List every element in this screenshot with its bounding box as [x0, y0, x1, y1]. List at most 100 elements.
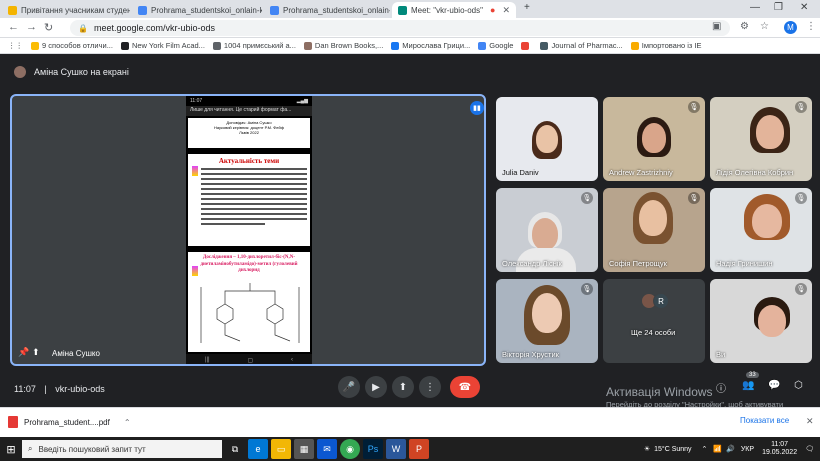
star-icon[interactable]: ☆ [760, 21, 769, 32]
more-options-button[interactable]: ⋮ [419, 376, 441, 398]
taskbar-clock[interactable]: 11:07 19.05.2022 [762, 441, 797, 458]
word-icon[interactable]: W [386, 439, 406, 459]
participant-name: Andrew Zastrizhniy [609, 168, 673, 177]
bookmark-folder-ie[interactable]: Імпортовано із IE [630, 41, 702, 50]
presenting-banner: Аміна Сушко на екрані [14, 66, 129, 78]
home-icon: ▢ [247, 357, 254, 364]
mic-off-icon: 🎙 [688, 101, 700, 113]
bookmark-label: 1004 примєський а... [223, 41, 296, 50]
download-item[interactable]: Prohrama_student....pdf ⌃ [8, 416, 131, 428]
clock-date: 19.05.2022 [762, 449, 798, 456]
participant-avatar: R [653, 293, 669, 309]
participant-tile[interactable]: 🎙 Andrew Zastrizhniy [603, 97, 705, 181]
participant-video [642, 123, 666, 153]
bookmark-favicon [120, 41, 129, 50]
bookmark-3[interactable]: 1004 примєський а... [212, 41, 296, 50]
camera-permission-icon[interactable]: ▣ [712, 21, 721, 32]
edge-icon[interactable]: e [248, 439, 268, 459]
url-field[interactable]: 🔒 meet.google.com/vkr-ubio-ods [70, 20, 730, 36]
microphone-button[interactable]: 🎤 [338, 376, 360, 398]
browser-tab-1[interactable]: Привітання учасникам студенті ✕ [2, 2, 130, 18]
maximize-icon[interactable]: ❐ [774, 2, 783, 13]
presenter-avatar [14, 66, 26, 78]
profile-avatar[interactable]: M [784, 21, 797, 34]
signal-icon: ▂▄▆ [296, 98, 308, 104]
present-now-button[interactable]: ⬆ [392, 376, 414, 398]
present-screen-icon: ⬆ [32, 347, 40, 357]
slide-relevance: Актуальність теми [188, 154, 310, 246]
participant-tile[interactable]: 🎙 Лідія Олегівна Кобрин [710, 97, 812, 181]
participant-name: Олександр Ліснік [502, 259, 562, 268]
close-icon[interactable]: ✕ [498, 5, 510, 16]
taskbar-search-input[interactable]: ⌕ Введіть пошуковий запит тут [22, 440, 222, 458]
browser-tab-meet[interactable]: Meet: "vkr-ubio-ods" ● ✕ [392, 2, 516, 18]
bookmark-4[interactable]: Dan Brown Books,... [303, 41, 383, 50]
mic-off-icon: 🎙 [581, 192, 593, 204]
url-text: meet.google.com/vkr-ubio-ods [93, 23, 216, 33]
camera-button[interactable]: ▶ [365, 376, 387, 398]
mic-off-icon: 🎙 [688, 192, 700, 204]
powerpoint-icon[interactable]: P [409, 439, 429, 459]
file-explorer-icon[interactable]: ▭ [271, 439, 291, 459]
system-tray: ☀ 15°C Sunny ⌃ 📶 🔊 УКР 11:07 19.05.2022 … [644, 437, 814, 461]
meeting-code: vkr-ubio-ods [55, 384, 105, 394]
weather-text[interactable]: 15°C Sunny [654, 446, 691, 453]
photoshop-icon[interactable]: Ps [363, 439, 383, 459]
speaking-indicator-icon: ▮▮ [470, 101, 484, 115]
tab-favicon [138, 5, 147, 15]
extensions-icon[interactable]: ⚙ [740, 21, 749, 32]
presentation-stage[interactable]: 11:07 ▂▄▆ Лише для читання. Це старий фо… [10, 94, 486, 366]
participant-tile[interactable]: Julia Daniv [496, 97, 598, 181]
participant-tile[interactable]: 🎙 Вікторія Хрустик [496, 279, 598, 363]
search-icon: ⌕ [28, 444, 33, 453]
participant-name: Вікторія Хрустик [502, 350, 559, 359]
pin-icon[interactable]: 📌 [18, 347, 29, 358]
recording-dot-icon: ● [489, 5, 496, 15]
participant-tile[interactable]: 🎙 Олександр Ліснік [496, 188, 598, 272]
participant-tile[interactable]: 🎙 Надія Гринишин [710, 188, 812, 272]
mic-off-icon: 🎙 [795, 283, 807, 295]
bookmark-1[interactable]: 9 способов отличи... [31, 41, 113, 50]
apps-icon[interactable]: ⋮⋮ [8, 41, 23, 50]
bookmark-google[interactable]: Google [478, 41, 513, 50]
shared-screen: 11:07 ▂▄▆ Лише для читання. Це старий фо… [186, 96, 312, 364]
browser-tab-2[interactable]: Prohrama_studentskoi_onlain-k ✕ [132, 2, 262, 18]
volume-icon[interactable]: 🔊 [726, 445, 735, 453]
bookmark-favicon [391, 41, 400, 50]
mic-off-icon: 🎙 [795, 192, 807, 204]
participant-tile[interactable]: 🎙 Софія Петрощук [603, 188, 705, 272]
bookmark-2[interactable]: New York Film Acad... [120, 41, 205, 50]
more-participants-tile[interactable]: R Ще 24 особи [603, 279, 705, 363]
leave-call-button[interactable]: ☎ [450, 376, 480, 398]
mail-icon[interactable]: ✉ [317, 439, 337, 459]
language-indicator[interactable]: УКР [741, 446, 754, 453]
network-icon[interactable]: 📶 [713, 445, 722, 453]
self-view-tile[interactable]: 🎙 Ви [710, 279, 812, 363]
slide-decoration [192, 266, 198, 276]
menu-icon[interactable]: ⋮ [806, 21, 816, 32]
tray-chevron-icon[interactable]: ⌃ [702, 445, 708, 453]
reload-icon[interactable]: ↻ [44, 21, 53, 34]
close-icon[interactable]: ✕ [806, 416, 814, 427]
slide2-title: Актуальність теми [218, 157, 280, 165]
tab-title: Prohrama_studentskoi_onlain-k [283, 5, 390, 15]
bookmark-8[interactable]: Journal of Pharmac... [540, 41, 623, 50]
forward-icon[interactable]: → [26, 21, 37, 33]
task-view-icon[interactable]: ⧉ [225, 439, 245, 459]
chevron-up-icon[interactable]: ⌃ [124, 418, 131, 427]
notifications-icon[interactable]: 🗨 [805, 445, 814, 453]
meeting-info: 11:07 | vkr-ubio-ods [14, 384, 105, 394]
new-tab-button[interactable]: + [524, 2, 530, 13]
chrome-icon[interactable]: ◉ [340, 439, 360, 459]
bookmark-gmail[interactable] [521, 41, 532, 50]
windows-start-icon[interactable]: ⊞ [0, 437, 22, 461]
browser-tab-strip: Привітання учасникам студенті ✕ Prohrama… [0, 0, 820, 18]
slide-title: Доповідач: Аміна Сушко Науковий керівник… [188, 118, 310, 148]
back-icon[interactable]: ← [8, 21, 19, 33]
show-all-downloads-button[interactable]: Показати все [740, 416, 789, 425]
close-window-icon[interactable]: ✕ [800, 2, 808, 13]
store-icon[interactable]: ▦ [294, 439, 314, 459]
minimize-icon[interactable]: — [750, 2, 760, 13]
browser-tab-3[interactable]: Prohrama_studentskoi_onlain-k ✕ [264, 2, 390, 18]
bookmark-5[interactable]: Мирослава Грици... [391, 41, 470, 50]
